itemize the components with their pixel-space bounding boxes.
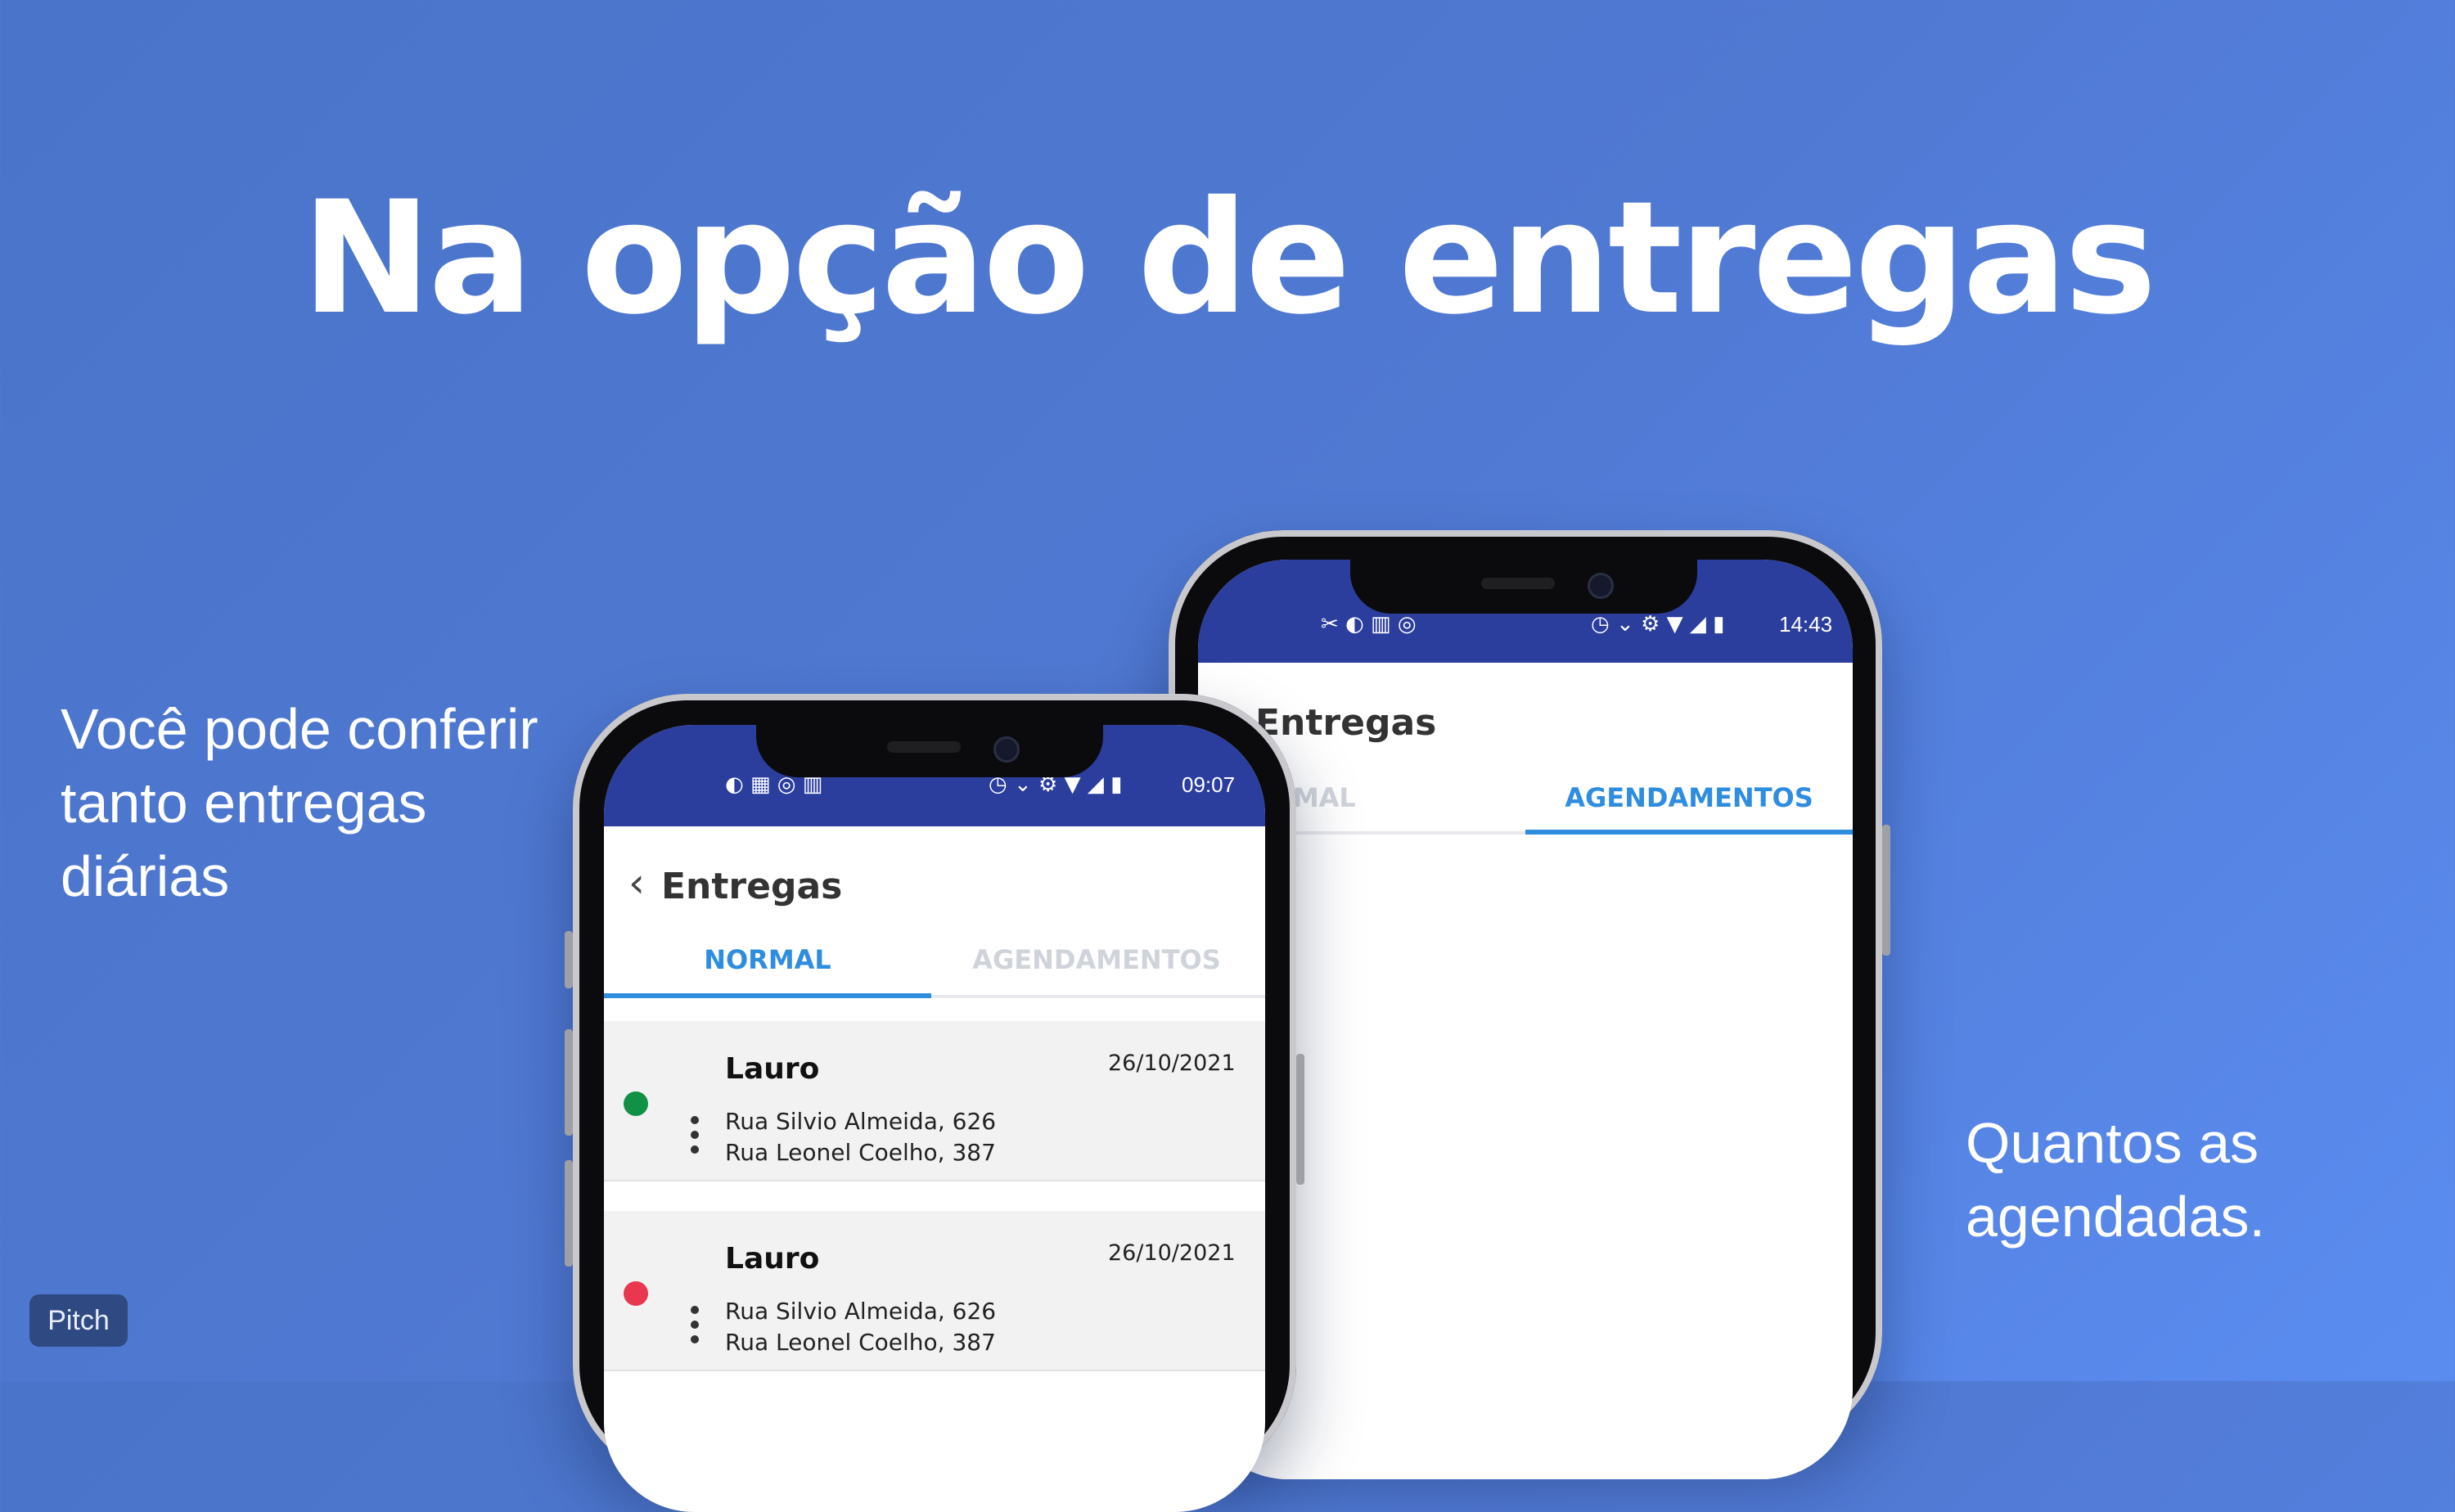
back-chevron-icon[interactable]: ‹ xyxy=(628,859,645,907)
status-icons-left: ✂ ◐ ▥ ◎ xyxy=(1321,612,1417,637)
delivery-address-origin: Rua Silvio Almeida, 626 xyxy=(725,1108,997,1135)
phone-front: ◐ ▦ ◎ ▥ ◷ ⌄ ⚙ ▼ ◢ ▮ 09:07 ‹ Entregas NOR… xyxy=(565,694,1304,1512)
tab-indicator xyxy=(1525,830,1853,835)
more-options-icon[interactable] xyxy=(691,1306,699,1350)
delivery-name: Lauro xyxy=(725,1242,820,1276)
phone-back-screen: ✂ ◐ ▥ ◎ ◷ ⌄ ⚙ ▼ ◢ ▮ 14:43 ‹ Entregas NOR… xyxy=(1198,560,1853,1479)
status-dot-icon xyxy=(624,1281,648,1306)
phone-front-side-button xyxy=(565,931,573,988)
delivery-address-origin: Rua Silvio Almeida, 626 xyxy=(725,1298,997,1325)
delivery-name: Lauro xyxy=(725,1052,820,1086)
status-dot-icon xyxy=(624,1091,648,1116)
page-title: Entregas xyxy=(1255,702,1437,744)
phone-front-notch xyxy=(756,725,1103,777)
delivery-date: 26/10/2021 xyxy=(1108,1051,1236,1076)
phone-front-power-button xyxy=(1296,1054,1304,1185)
slide-headline: Na opção de entregas xyxy=(301,168,2156,349)
delivery-card[interactable]: Lauro 26/10/2021 Rua Silvio Almeida, 626… xyxy=(604,1211,1265,1371)
status-time: 09:07 xyxy=(1182,772,1236,797)
page-title: Entregas xyxy=(661,866,843,907)
delivery-address-destination: Rua Leonel Coelho, 387 xyxy=(725,1329,996,1356)
phone-front-volume-up xyxy=(565,1029,573,1136)
speaker-grille xyxy=(1481,578,1555,589)
tab-agendamentos[interactable]: AGENDAMENTOS xyxy=(931,944,1262,975)
phone-back-notch xyxy=(1350,560,1697,614)
status-time: 14:43 xyxy=(1779,612,1833,637)
phone-front-screen: ◐ ▦ ◎ ▥ ◷ ⌄ ⚙ ▼ ◢ ▮ 09:07 ‹ Entregas NOR… xyxy=(604,725,1265,1512)
delivery-card[interactable]: Lauro 26/10/2021 Rua Silvio Almeida, 626… xyxy=(604,1021,1265,1181)
speaker-grille xyxy=(887,741,961,753)
camera-icon xyxy=(993,736,1020,763)
tab-agendamentos[interactable]: AGENDAMENTOS xyxy=(1525,782,1853,813)
tab-indicator xyxy=(604,993,931,998)
phone-back-power-button xyxy=(1882,825,1890,956)
camera-icon xyxy=(1588,573,1614,599)
more-options-icon[interactable] xyxy=(691,1116,699,1160)
status-icons-right: ◷ ⌄ ⚙ ▼ ◢ ▮ xyxy=(1591,612,1725,637)
pitch-badge[interactable]: Pitch xyxy=(29,1294,128,1347)
phone-front-volume-down xyxy=(565,1160,573,1267)
right-caption: Quantos as agendadas. xyxy=(1966,1111,2265,1249)
tab-normal[interactable]: NORMAL xyxy=(604,944,931,975)
delivery-address-destination: Rua Leonel Coelho, 387 xyxy=(725,1139,996,1166)
delivery-date: 26/10/2021 xyxy=(1108,1240,1236,1266)
left-caption: Você pode conferir tanto entregas diária… xyxy=(61,697,538,908)
